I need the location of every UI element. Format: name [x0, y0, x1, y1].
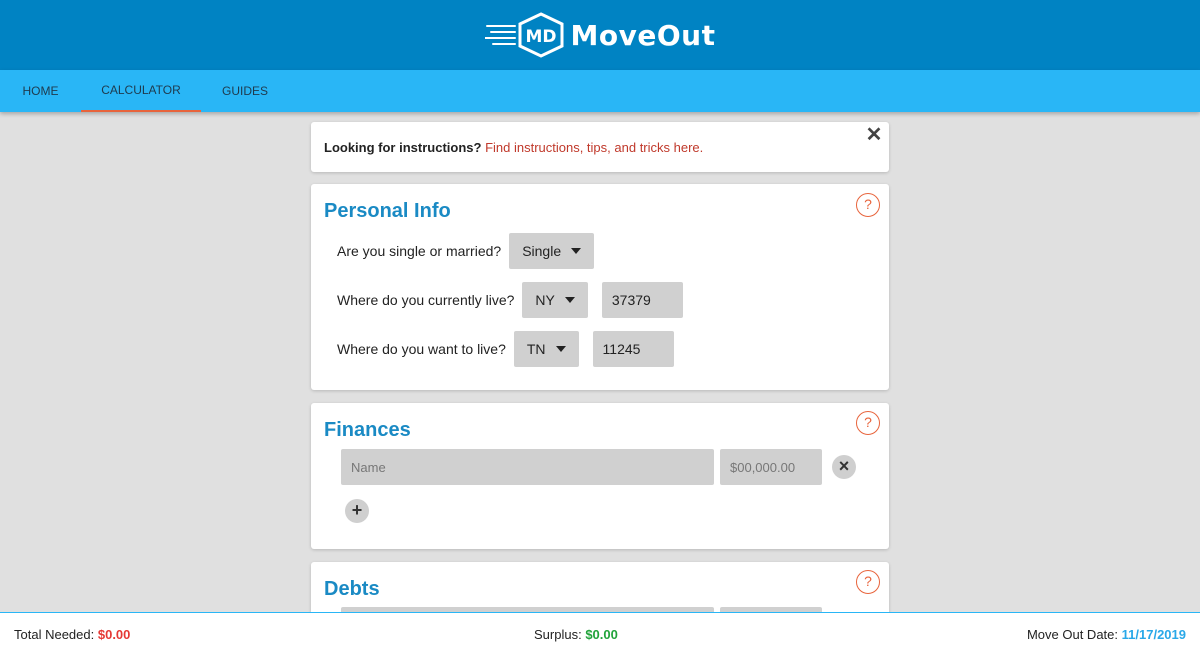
app-header: MD MoveOut [0, 0, 1200, 70]
current-state-value: NY [535, 292, 555, 308]
instructions-banner: Looking for instructions? Find instructi… [311, 122, 889, 172]
marital-status-label: Are you single or married? [337, 243, 502, 259]
svg-text:MD: MD [525, 27, 556, 47]
current-zip-value: 37379 [611, 292, 651, 308]
finance-name-input[interactable]: Name [341, 449, 714, 485]
chevron-down-icon [564, 297, 575, 303]
banner-lead: Looking for instructions? [324, 140, 482, 155]
move-out-date: Move Out Date: 11/17/2019 [1027, 627, 1186, 642]
banner-text: Looking for instructions? Find instructi… [324, 140, 703, 155]
tab-guides[interactable]: GUIDES [201, 70, 289, 112]
current-location-label: Where do you currently live? [337, 292, 515, 308]
instructions-link[interactable]: Find instructions, tips, and tricks here… [485, 140, 703, 155]
surplus-label: Surplus: [534, 627, 582, 642]
help-icon[interactable]: ? [856, 570, 880, 594]
brand-name: MoveOut [570, 18, 716, 52]
summary-footer: Total Needed: $0.00 Surplus: $0.00 Move … [0, 612, 1200, 656]
section-title-debts: Debts [324, 578, 380, 600]
finance-amount-input[interactable]: $00,000.00 [720, 449, 822, 485]
desired-location-row: Where do you want to live? TN 11245 [337, 331, 674, 367]
desired-location-label: Where do you want to live? [337, 341, 506, 357]
desired-state-select[interactable]: TN [513, 331, 579, 367]
finance-name-placeholder: Name [351, 459, 386, 475]
current-state-select[interactable]: NY [522, 282, 588, 318]
desired-state-value: TN [526, 341, 546, 357]
current-location-row: Where do you currently live? NY 37379 [337, 282, 683, 318]
desired-zip-input[interactable]: 11245 [592, 331, 674, 367]
help-icon[interactable]: ? [856, 411, 880, 435]
close-icon[interactable]: ✕ [863, 124, 885, 146]
total-needed-label: Total Needed: [14, 627, 95, 642]
total-needed-value: $0.00 [97, 627, 131, 642]
section-title-personal: Personal Info [324, 200, 451, 222]
desired-zip-value: 11245 [602, 341, 641, 357]
current-zip-input[interactable]: 37379 [601, 282, 683, 318]
move-out-date-label: Move Out Date: [1026, 627, 1119, 642]
help-icon[interactable]: ? [856, 193, 880, 217]
surplus: Surplus: $0.00 [534, 627, 618, 642]
finances-card: Finances ? Name $00,000.00 × + [311, 403, 889, 549]
tab-home[interactable]: HOME [0, 70, 81, 112]
tab-calculator[interactable]: CALCULATOR [81, 70, 201, 112]
nav-bar: HOME CALCULATOR GUIDES [0, 70, 1200, 112]
remove-finance-button[interactable]: × [832, 455, 856, 479]
finance-amount-placeholder: $00,000.00 [730, 459, 796, 475]
move-out-date-value: 11/17/2019 [1121, 627, 1186, 642]
marital-status-row: Are you single or married? Single [337, 233, 595, 269]
chevron-down-icon [571, 248, 582, 254]
total-needed: Total Needed: $0.00 [14, 627, 130, 642]
chevron-down-icon [555, 346, 566, 352]
logo-icon: MD [484, 12, 564, 58]
marital-status-value: Single [522, 243, 562, 259]
add-finance-button[interactable]: + [345, 499, 369, 523]
section-title-finances: Finances [324, 419, 411, 441]
surplus-value: $0.00 [585, 627, 618, 642]
personal-info-card: Personal Info ? Are you single or marrie… [311, 184, 889, 390]
marital-status-select[interactable]: Single [509, 233, 595, 269]
logo[interactable]: MD MoveOut [484, 12, 716, 58]
